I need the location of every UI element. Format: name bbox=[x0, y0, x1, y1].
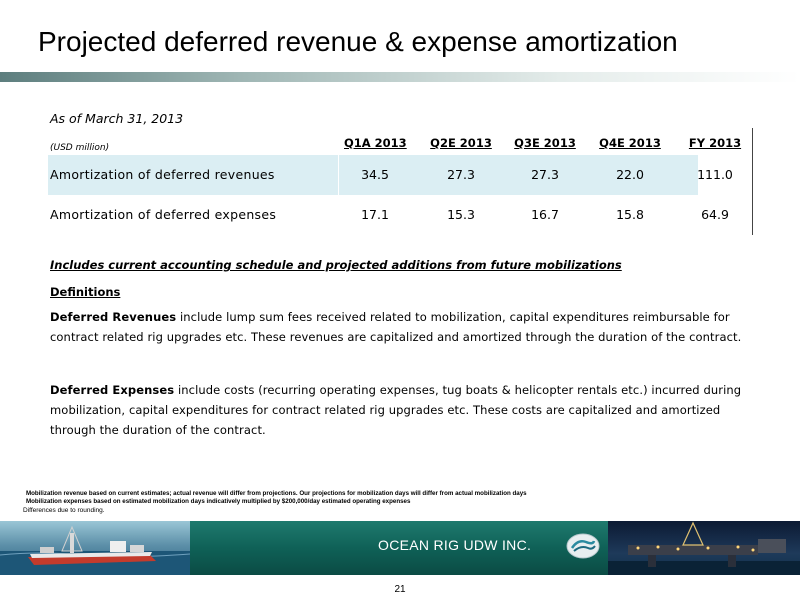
table-row-deferred-expenses: Amortization of deferred expenses 17.1 1… bbox=[48, 195, 754, 235]
company-name: OCEAN RIG UDW INC. bbox=[378, 537, 532, 553]
row-label: Amortization of deferred revenues bbox=[50, 167, 275, 182]
table-right-border bbox=[752, 128, 753, 235]
column-header-q2e-2013: Q2E 2013 bbox=[430, 136, 492, 150]
drillship-image-icon bbox=[0, 521, 190, 575]
page-title: Projected deferred revenue & expense amo… bbox=[38, 26, 678, 57]
table-cell: 111.0 bbox=[697, 167, 733, 182]
footnotes: Mobilization revenue based on current es… bbox=[23, 490, 766, 515]
table-cell: 34.5 bbox=[361, 167, 389, 182]
drilling-rig-night-image-icon bbox=[608, 521, 800, 575]
column-header-fy-2013: FY 2013 bbox=[688, 136, 742, 150]
as-of-date: As of March 31, 2013 bbox=[50, 111, 184, 126]
table-column-separator bbox=[338, 155, 339, 235]
amortization-table: Q1A 2013 Q2E 2013 Q3E 2013 Q4E 2013 FY 2… bbox=[48, 128, 754, 235]
deferred-expenses-term: Deferred Expenses bbox=[50, 383, 175, 397]
deferred-revenues-term: Deferred Revenues bbox=[50, 310, 177, 324]
definitions-heading: Definitions bbox=[50, 285, 121, 299]
ocean-rig-logo-icon bbox=[566, 533, 600, 559]
table-cell: 15.8 bbox=[616, 207, 644, 222]
table-header-row: Q1A 2013 Q2E 2013 Q3E 2013 Q4E 2013 FY 2… bbox=[48, 128, 754, 155]
footnote-mobilization-expenses: Mobilization expenses based on estimated… bbox=[26, 498, 411, 505]
table-row-deferred-revenues: Amortization of deferred revenues 34.5 2… bbox=[48, 155, 754, 195]
page-number: 21 bbox=[394, 584, 406, 595]
table-cell: 64.9 bbox=[701, 207, 729, 222]
column-header-q1a-2013: Q1A 2013 bbox=[344, 136, 407, 150]
column-header-q4e-2013: Q4E 2013 bbox=[599, 136, 661, 150]
rounding-note: Differences due to rounding. bbox=[23, 507, 105, 514]
table-cell: 22.0 bbox=[616, 167, 644, 182]
row-label: Amortization of deferred expenses bbox=[50, 207, 277, 222]
title-divider-bar bbox=[0, 72, 800, 82]
includes-note: Includes current accounting schedule and… bbox=[50, 258, 622, 272]
table-cell: 16.7 bbox=[531, 207, 559, 222]
table-cell: 15.3 bbox=[447, 207, 475, 222]
table-cell: 17.1 bbox=[361, 207, 389, 222]
column-header-q3e-2013: Q3E 2013 bbox=[514, 136, 576, 150]
deferred-revenues-definition: Deferred Revenues include lump sum fees … bbox=[50, 307, 760, 347]
footnote-mobilization-revenue: Mobilization revenue based on current es… bbox=[26, 490, 527, 497]
table-cell: 27.3 bbox=[531, 167, 559, 182]
table-cell: 27.3 bbox=[447, 167, 475, 182]
deferred-expenses-definition: Deferred Expenses include costs (recurri… bbox=[50, 380, 760, 440]
